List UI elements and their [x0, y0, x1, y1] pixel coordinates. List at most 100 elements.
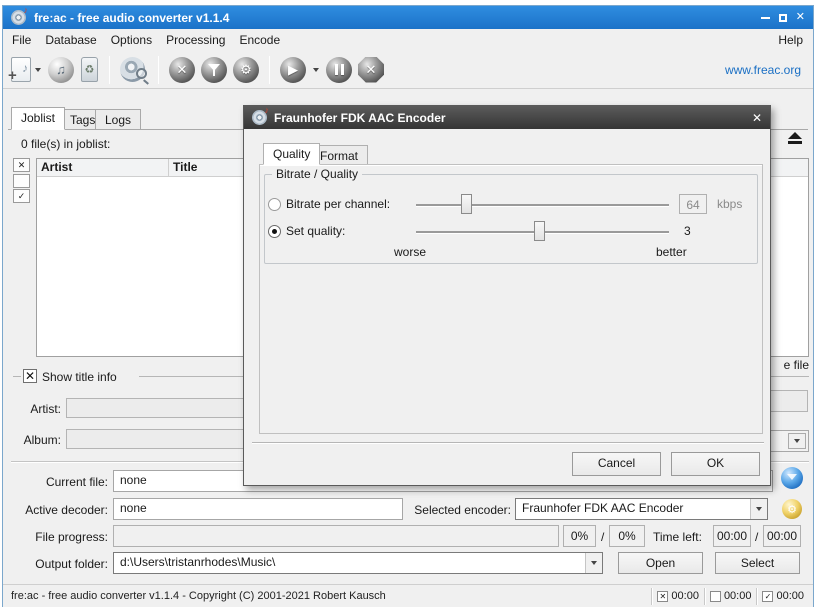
quality-radio[interactable]	[268, 225, 281, 238]
time-left-total: 00:00	[713, 525, 751, 547]
screen: fre:ac - free audio converter v1.1.4 ✕ F…	[0, 0, 818, 609]
dialog-title: Fraunhofer FDK AAC Encoder	[274, 111, 446, 125]
menu-file[interactable]: File	[5, 30, 38, 50]
group-title: Bitrate / Quality	[272, 167, 362, 181]
bitrate-unit-label: kbps	[717, 197, 742, 211]
toolbar-separator	[269, 56, 270, 84]
gear-icon: ⚙	[240, 63, 252, 76]
toolbar-separator	[158, 56, 159, 84]
file-progress-bar	[113, 525, 559, 547]
group-border	[13, 376, 21, 377]
output-folder-arrow-button[interactable]	[585, 553, 602, 573]
processing-status-icon[interactable]	[781, 467, 803, 489]
select-all-button[interactable]: ✕	[13, 158, 30, 172]
percent-separator: /	[601, 530, 604, 544]
close-button[interactable]: ✕	[796, 12, 805, 23]
start-encoding-button[interactable]: ▶	[280, 57, 306, 83]
menu-help[interactable]: Help	[770, 30, 811, 50]
eject-button[interactable]	[782, 129, 808, 146]
artist-label: Artist:	[3, 402, 61, 416]
selected-encoder-label: Selected encoder:	[406, 503, 511, 517]
add-files-button[interactable]: ♪ +	[11, 57, 31, 82]
dialog-close-button[interactable]: ✕	[752, 111, 762, 125]
audio-cd-button[interactable]: ♫	[48, 57, 74, 83]
configure-encoder-icon[interactable]: ⚙	[782, 499, 802, 519]
menu-database[interactable]: Database	[38, 30, 103, 50]
toolbar-separator	[109, 56, 110, 84]
quality-value: 3	[684, 224, 691, 238]
better-label: better	[656, 245, 687, 259]
time-selected-tracks: ✓ 00:00	[756, 588, 809, 605]
tab-joblist[interactable]: Joblist	[11, 107, 65, 130]
statusbar-text: fre:ac - free audio converter v1.1.4 - C…	[3, 590, 386, 602]
time-unselected-tracks: 00:00	[704, 588, 757, 605]
bitrate-radio[interactable]	[268, 198, 281, 211]
menu-options[interactable]: Options	[104, 30, 159, 50]
file-progress-label: File progress:	[3, 530, 108, 544]
dialog-titlebar[interactable]: Fraunhofer FDK AAC Encoder ✕	[244, 106, 770, 129]
current-file-label: Current file:	[3, 475, 108, 489]
encoder-combo-arrow-button[interactable]	[750, 499, 767, 519]
active-decoder-value: none	[113, 498, 403, 520]
time-selected-value: 00:00	[776, 590, 804, 602]
select-none-button[interactable]	[13, 174, 30, 188]
bitrate-slider-track[interactable]	[416, 204, 669, 206]
minimize-button[interactable]	[761, 17, 770, 19]
time-left-label: Time left:	[653, 530, 702, 544]
bitrate-slider-thumb[interactable]	[461, 194, 472, 214]
encoder-config-dialog: Fraunhofer FDK AAC Encoder ✕ Quality For…	[243, 105, 771, 486]
combo-arrow-button[interactable]	[788, 433, 806, 449]
dialog-icon	[252, 110, 267, 125]
music-notes-icon: ♫	[56, 63, 66, 76]
maximize-button[interactable]	[779, 14, 787, 22]
website-link[interactable]: www.freac.org	[725, 63, 807, 77]
time-separator: /	[755, 530, 758, 544]
quality-label: Set quality:	[286, 224, 345, 238]
pause-encoding-button[interactable]	[326, 57, 352, 83]
play-icon: ▶	[288, 63, 298, 76]
output-folder-combo[interactable]: d:\Users\tristanrhodes\Music\	[113, 552, 603, 574]
recycle-icon: ♻	[85, 63, 95, 76]
pause-icon	[335, 64, 344, 75]
plus-icon: +	[8, 67, 17, 84]
signal-processing-button[interactable]	[201, 57, 227, 83]
add-files-dropdown-arrow-icon[interactable]	[35, 68, 41, 72]
ok-button[interactable]: OK	[671, 452, 760, 476]
open-button[interactable]: Open	[618, 552, 703, 574]
stop-x-icon: ✕	[366, 63, 377, 76]
cancel-button[interactable]: Cancel	[572, 452, 661, 476]
toolbar: ♪ + ♫ ♻ ✕ ⚙ ▶ ✕ www.f	[3, 51, 813, 89]
magnifier-icon	[136, 68, 147, 79]
worse-label: worse	[394, 245, 426, 259]
file-percent-value: 0%	[609, 525, 645, 547]
toggle-selection-button[interactable]: ✓	[13, 189, 30, 203]
start-encoding-dropdown-arrow-icon[interactable]	[313, 68, 319, 72]
select-button[interactable]: Select	[715, 552, 800, 574]
menu-encode[interactable]: Encode	[232, 30, 287, 50]
tab-logs[interactable]: Logs	[95, 109, 141, 130]
menu-bar: File Database Options Processing Encode …	[3, 29, 813, 51]
eject-icon	[788, 132, 802, 139]
configure-encoder-button[interactable]: ⚙	[233, 57, 259, 83]
output-folder-value: d:\Users\tristanrhodes\Music\	[120, 555, 275, 569]
window-titlebar[interactable]: fre:ac - free audio converter v1.1.4 ✕	[3, 6, 813, 29]
dialog-tab-quality[interactable]: Quality	[263, 143, 320, 165]
quality-slider-thumb[interactable]	[534, 221, 545, 241]
music-note-icon: ♪	[22, 61, 28, 75]
menu-processing[interactable]: Processing	[159, 30, 232, 50]
status-bar: fre:ac - free audio converter v1.1.4 - C…	[3, 584, 813, 607]
total-percent-value: 0%	[563, 525, 596, 547]
time-all-value: 00:00	[671, 590, 699, 602]
time-all-tracks: ✕ 00:00	[651, 588, 704, 605]
clear-joblist-button[interactable]: ♻	[81, 57, 98, 82]
bitrate-value-box: 64	[679, 194, 707, 214]
column-header-artist[interactable]: Artist	[37, 159, 169, 176]
show-title-info-checkbox[interactable]: ✕	[23, 369, 37, 383]
window-title: fre:ac - free audio converter v1.1.4	[34, 11, 229, 25]
stop-encoding-button[interactable]: ✕	[358, 57, 384, 83]
active-decoder-label: Active decoder:	[3, 503, 108, 517]
general-settings-button[interactable]: ✕	[169, 57, 195, 83]
cddb-query-button[interactable]	[120, 56, 148, 84]
selected-encoder-combo[interactable]: Fraunhofer FDK AAC Encoder	[515, 498, 768, 520]
time-left-file: 00:00	[763, 525, 801, 547]
